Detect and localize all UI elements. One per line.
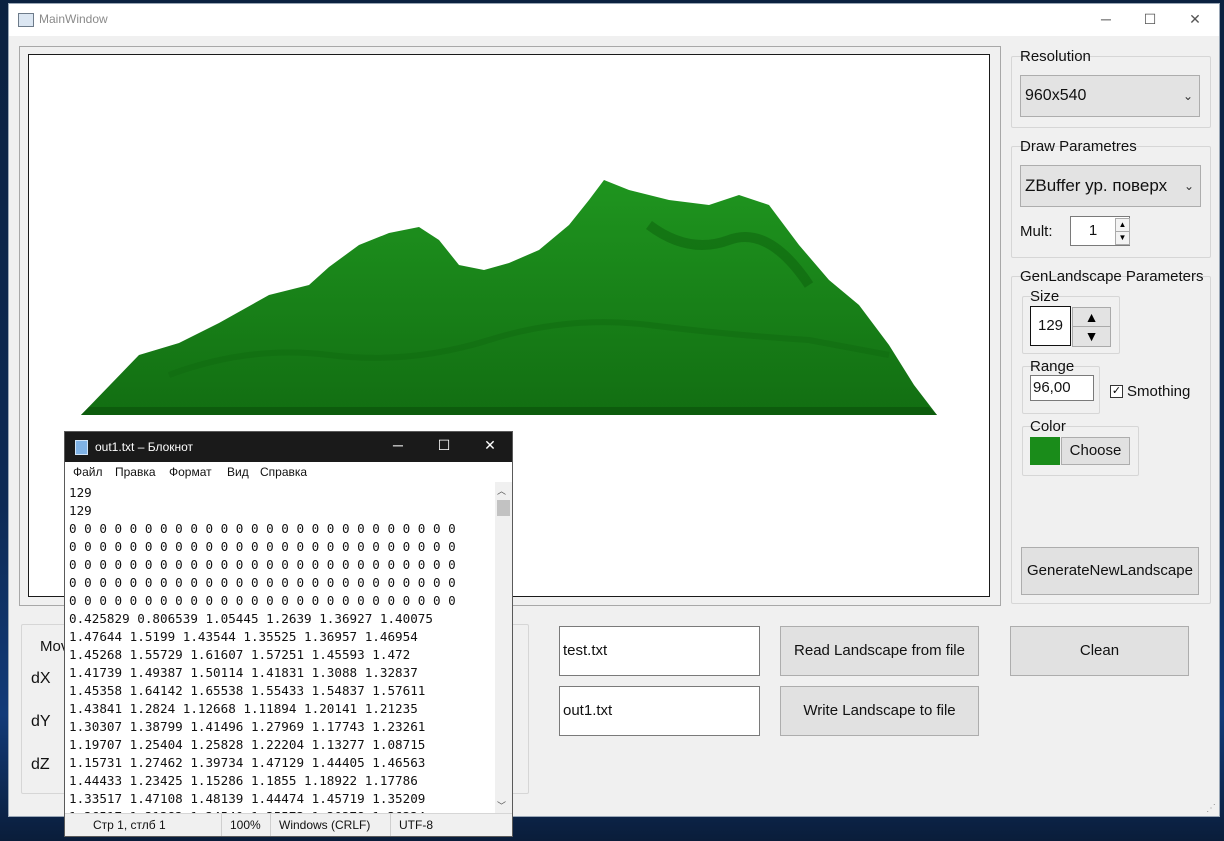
resolution-select[interactable]: 960x540 ⌄: [1020, 75, 1200, 117]
chevron-down-icon: ⌄: [1183, 179, 1194, 193]
notepad-close-button[interactable]: ✕: [467, 437, 513, 454]
menu-view[interactable]: Вид: [227, 465, 249, 479]
notepad-title: out1.txt – Блокнот: [95, 440, 194, 454]
smoothing-checkbox[interactable]: ✓: [1110, 385, 1123, 398]
notepad-window: out1.txt – Блокнот ─ ☐ ✕ Файл Правка Фор…: [64, 431, 513, 837]
size-up-icon[interactable]: ▲: [1072, 307, 1111, 328]
write-filename-input[interactable]: out1.txt: [559, 686, 760, 736]
menu-file[interactable]: Файл: [73, 465, 103, 479]
dx-label: dX: [31, 670, 51, 687]
close-button[interactable]: ✕: [1172, 4, 1218, 36]
notepad-line: 1.47644 1.5199 1.43544 1.35525 1.36957 1…: [69, 629, 418, 644]
scroll-down-icon[interactable]: ﹀: [497, 799, 506, 812]
generate-landscape-button[interactable]: GenerateNewLandscape: [1021, 547, 1199, 595]
notepad-title-bar: out1.txt – Блокнот ─ ☐ ✕: [65, 432, 512, 462]
read-landscape-button[interactable]: Read Landscape from file: [780, 626, 979, 676]
landscape-mesh: [81, 180, 937, 415]
smoothing-label: Smothing: [1127, 383, 1191, 400]
menu-format[interactable]: Формат: [169, 465, 212, 479]
notepad-line: 1.45268 1.55729 1.61607 1.57251 1.45593 …: [69, 647, 411, 662]
genlandscape-label: GenLandscape Parameters: [1020, 268, 1204, 285]
write-filename-value: out1.txt: [563, 702, 613, 719]
notepad-maximize-button[interactable]: ☐: [421, 437, 467, 454]
draw-mode-value: ZBuffer ур. поверх: [1025, 176, 1168, 195]
notepad-line: 1.33517 1.47108 1.48139 1.44474 1.45719 …: [69, 791, 426, 806]
notepad-text-area[interactable]: 129 129 0 0 0 0 0 0 0 0 0 0 0 0 0 0 0 0 0 …: [69, 484, 494, 814]
notepad-minimize-button[interactable]: ─: [375, 437, 421, 453]
notepad-line: 0 0 0 0 0 0 0 0 0 0 0 0 0 0 0 0 0 0 0 0 …: [69, 521, 456, 536]
scroll-thumb[interactable]: [497, 500, 510, 516]
notepad-line: 1.43841 1.2824 1.12668 1.11894 1.20141 1…: [69, 701, 418, 716]
range-value: 96,00: [1033, 379, 1071, 396]
draw-params-label: Draw Parametres: [1020, 138, 1137, 155]
menu-edit[interactable]: Правка: [115, 465, 156, 479]
notepad-line: 1.30307 1.38799 1.41496 1.27969 1.17743 …: [69, 719, 426, 734]
notepad-line: 0.425829 0.806539 1.05445 1.2639 1.36927…: [69, 611, 433, 626]
resolution-label: Resolution: [1020, 48, 1091, 65]
maximize-button[interactable]: ☐: [1127, 4, 1173, 36]
notepad-line: 1.45358 1.64142 1.65538 1.55433 1.54837 …: [69, 683, 426, 698]
range-field[interactable]: 96,00: [1030, 375, 1094, 401]
notepad-line: 0 0 0 0 0 0 0 0 0 0 0 0 0 0 0 0 0 0 0 0 …: [69, 593, 456, 608]
choose-color-button[interactable]: Choose: [1061, 437, 1130, 465]
write-landscape-button[interactable]: Write Landscape to file: [780, 686, 979, 736]
mult-up-icon[interactable]: ▲: [1115, 218, 1130, 232]
notepad-scrollbar[interactable]: ︿ ﹀: [495, 482, 512, 814]
app-icon: [18, 13, 34, 27]
color-swatch: [1030, 437, 1060, 465]
dz-label: dZ: [31, 756, 50, 773]
scroll-up-icon[interactable]: ︿: [497, 484, 506, 497]
read-filename-input[interactable]: test.txt: [559, 626, 760, 676]
notepad-line: 129: [69, 503, 92, 518]
mult-value: 1: [1088, 222, 1098, 239]
notepad-line: 1.19707 1.25404 1.25828 1.22204 1.13277 …: [69, 737, 426, 752]
status-encoding: UTF-8: [399, 818, 433, 832]
mult-down-icon[interactable]: ▼: [1115, 231, 1130, 245]
notepad-line: 1.44433 1.23425 1.15286 1.1855 1.18922 1…: [69, 773, 418, 788]
clean-button[interactable]: Clean: [1010, 626, 1189, 676]
resolution-value: 960x540: [1025, 87, 1087, 104]
mult-label: Mult:: [1020, 223, 1053, 240]
dy-label: dY: [31, 713, 51, 730]
chevron-down-icon: ⌄: [1182, 89, 1193, 103]
size-down-icon[interactable]: ▼: [1072, 326, 1111, 347]
minimize-button[interactable]: ─: [1083, 4, 1129, 36]
status-eol: Windows (CRLF): [279, 818, 371, 832]
notepad-line: 0 0 0 0 0 0 0 0 0 0 0 0 0 0 0 0 0 0 0 0 …: [69, 539, 456, 554]
status-zoom: 100%: [230, 818, 261, 832]
read-filename-value: test.txt: [563, 642, 608, 659]
size-value: 129: [1037, 317, 1064, 334]
status-position: Стр 1, стлб 1: [93, 818, 166, 832]
notepad-line: 0 0 0 0 0 0 0 0 0 0 0 0 0 0 0 0 0 0 0 0 …: [69, 575, 456, 590]
notepad-line: 129: [69, 485, 92, 500]
size-spinbox[interactable]: 129: [1030, 306, 1071, 346]
notepad-status-bar: Стр 1, стлб 1 100% Windows (CRLF) UTF-8: [65, 813, 512, 836]
size-label: Size: [1030, 288, 1060, 305]
notepad-line: 1.41739 1.49387 1.50114 1.41831 1.3088 1…: [69, 665, 418, 680]
range-label: Range: [1030, 358, 1075, 375]
size-grip-icon[interactable]: ⋰: [1206, 803, 1216, 814]
title-bar: MainWindow ─ ☐ ✕: [9, 4, 1219, 36]
notepad-menu-bar: Файл Правка Формат Вид Справка: [65, 462, 512, 482]
window-title: MainWindow: [39, 12, 108, 26]
landscape-base: [81, 407, 937, 415]
draw-mode-select[interactable]: ZBuffer ур. поверх ⌄: [1020, 165, 1201, 207]
color-label: Color: [1030, 418, 1066, 435]
notepad-line: 0 0 0 0 0 0 0 0 0 0 0 0 0 0 0 0 0 0 0 0 …: [69, 557, 456, 572]
notepad-icon: [75, 440, 88, 455]
notepad-line: 1.15731 1.27462 1.39734 1.47129 1.44405 …: [69, 755, 426, 770]
menu-help[interactable]: Справка: [260, 465, 307, 479]
